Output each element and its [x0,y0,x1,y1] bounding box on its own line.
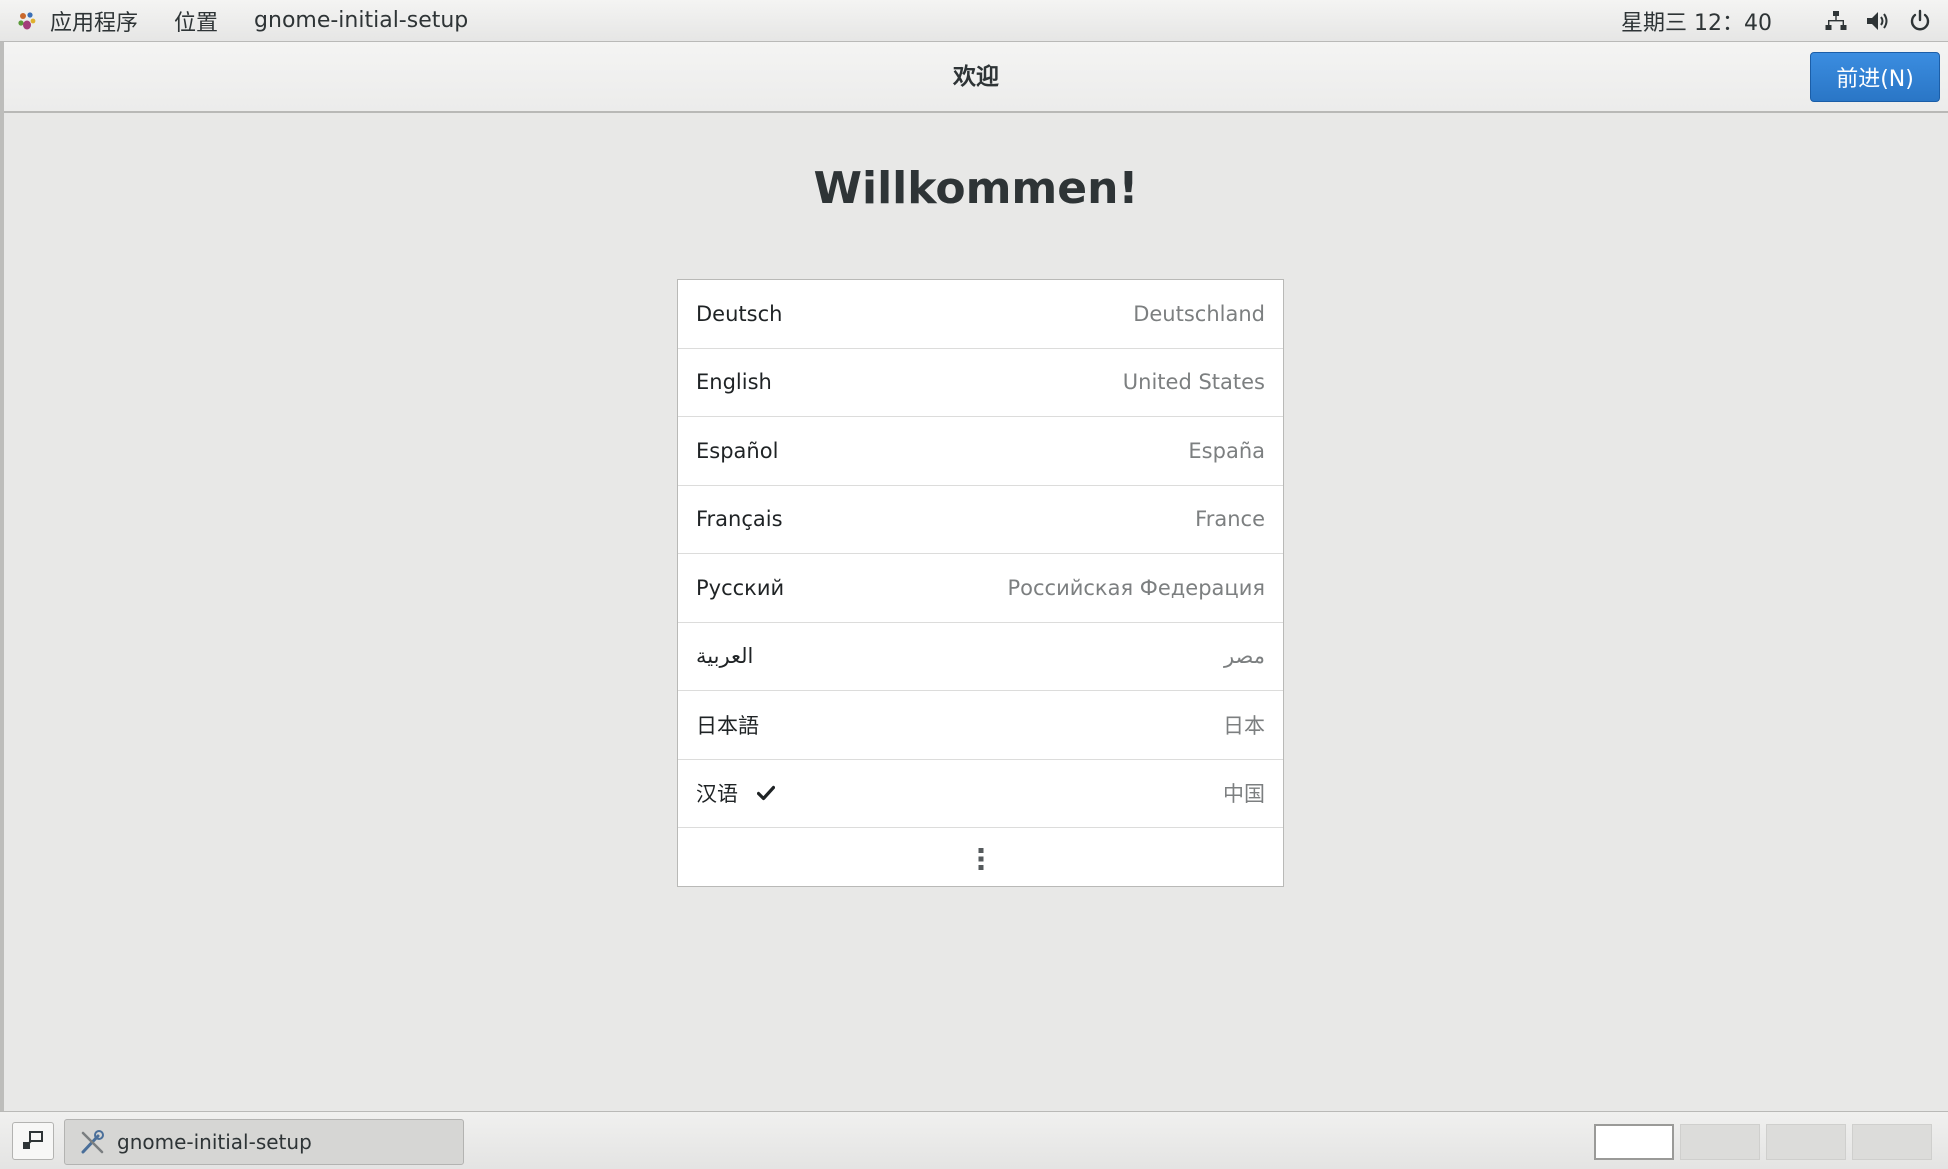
workspace-1[interactable] [1594,1124,1674,1160]
language-name: Español [696,438,779,463]
taskbar-item-gnome-initial-setup[interactable]: gnome-initial-setup [64,1119,464,1165]
language-list: Deutsch Deutschland English United States Es… [677,279,1284,887]
show-desktop-icon [23,1131,43,1149]
places-menu[interactable]: 位置 [156,0,236,41]
welcome-page: Willkommen! Deutsch Deutschland English Uni… [4,113,1948,1111]
clock[interactable]: 星期三 12：40 [1621,5,1772,37]
language-name: English [696,370,772,395]
workspace-2[interactable] [1680,1124,1760,1160]
show-desktop-button[interactable] [12,1122,54,1160]
tools-icon [77,1127,107,1157]
workspace-4[interactable] [1852,1124,1932,1160]
top-panel: 应用程序 位置 gnome-initial-setup 星期三 12：40 [0,0,1948,42]
language-name: 汉语 [696,782,738,807]
language-row[interactable]: Español España [678,417,1283,486]
taskbar-item-label: gnome-initial-setup [117,1130,312,1154]
region-name: 日本 [1223,713,1265,738]
gnome-foot-icon[interactable] [14,8,40,34]
app-menu[interactable]: gnome-initial-setup [236,0,486,41]
language-row[interactable]: 汉语 中国 [678,760,1283,828]
more-languages-button[interactable] [678,828,1283,890]
language-row[interactable]: English United States [678,349,1283,417]
workspace-switcher [1588,1124,1932,1160]
language-row[interactable]: Français France [678,486,1283,554]
language-name: Deutsch [696,301,783,326]
more-vertical-icon [978,848,983,870]
language-row[interactable]: Русский Российская Федерация [678,554,1283,623]
next-button[interactable]: 前进(N) [1810,52,1940,102]
language-name: العربية [696,644,754,669]
region-name: France [1195,507,1265,532]
region-name: Российская Федерация [1007,575,1265,600]
region-name: España [1188,438,1265,463]
region-name: مصر [1223,644,1265,669]
workspace-3[interactable] [1766,1124,1846,1160]
region-name: 中国 [1223,782,1265,807]
language-name: Русский [696,575,785,600]
network-icon[interactable] [1822,7,1850,35]
language-row[interactable]: العربية مصر [678,623,1283,691]
initial-setup-window: 欢迎 前进(N) Willkommen! Deutsch Deutschland E… [0,42,1948,1111]
applications-menu-label: 应用程序 [50,10,139,36]
volume-icon[interactable] [1864,7,1892,35]
bottom-panel: gnome-initial-setup [0,1111,1948,1169]
app-menu-label: gnome-initial-setup [254,8,469,33]
region-name: Deutschland [1133,301,1265,326]
language-name: 日本語 [696,713,759,738]
places-menu-label: 位置 [174,10,219,36]
language-name: Français [696,507,783,532]
applications-menu[interactable]: 应用程序 [50,0,156,41]
power-icon[interactable] [1906,7,1934,35]
header-bar: 欢迎 前进(N) [4,42,1948,113]
region-name: United States [1122,370,1265,395]
welcome-heading: Willkommen! [813,163,1139,214]
language-row[interactable]: Deutsch Deutschland [678,280,1283,349]
language-row[interactable]: 日本語 日本 [678,691,1283,760]
window-title: 欢迎 [953,64,999,90]
checkmark-icon [756,783,776,803]
